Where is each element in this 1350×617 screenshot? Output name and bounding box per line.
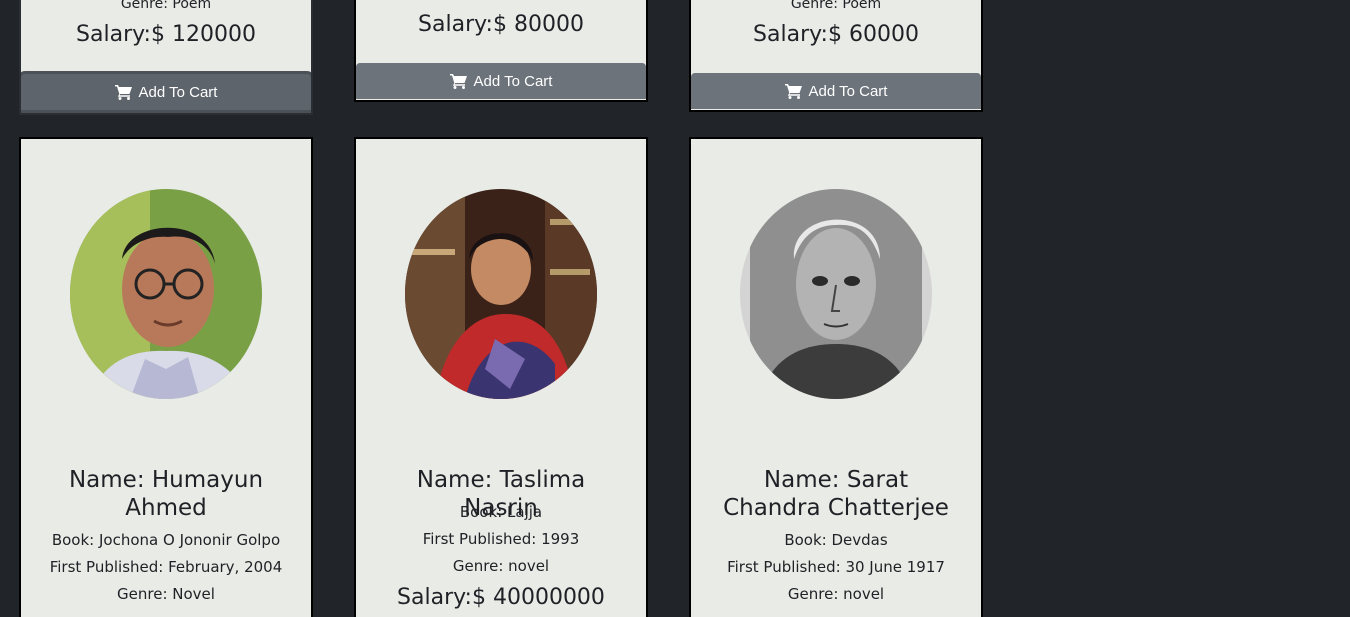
shopping-cart-icon [449, 73, 468, 89]
author-portrait [70, 189, 262, 399]
add-to-cart-label: Add To Cart [473, 72, 553, 90]
author-salary: Salary:$ 40000000 [397, 585, 605, 610]
add-to-cart-label: Add To Cart [138, 83, 218, 101]
author-portrait [740, 189, 932, 399]
author-card-taslima-nasrin: Name: Taslima Nasrin Book: Lajja First P… [354, 137, 648, 617]
author-card-top-3: Genre: Poem Salary:$ 60000 Add To Cart [689, 0, 983, 112]
author-book: Book: Lajja [459, 503, 543, 521]
author-info: Book: Devdas First Published: 30 June 19… [701, 527, 971, 608]
shopping-cart-icon [784, 83, 803, 99]
author-genre: Genre: novel [787, 585, 885, 603]
author-grid: Genre: Poem Salary:$ 120000 Add To Cart … [0, 0, 1350, 617]
author-card-top-1: Genre: Poem Salary:$ 120000 Add To Cart [19, 0, 313, 115]
author-salary: Salary:$ 80000 [418, 12, 584, 37]
author-book: Book: Devdas [784, 531, 888, 549]
author-genre: Genre: Poem [120, 0, 212, 12]
author-first-published: First Published: February, 2004 [49, 558, 283, 576]
author-card-humayun-ahmed: Name: Humayun Ahmed Book: Jochona O Jono… [19, 137, 313, 617]
author-genre: Genre: Novel [117, 585, 215, 603]
author-name: Name: Sarat Chandra Chatterjee [723, 467, 949, 521]
add-to-cart-button[interactable]: Add To Cart [356, 63, 646, 99]
author-salary: Salary:$ 120000 [76, 22, 256, 47]
author-first-published: First Published: 1993 [422, 530, 580, 548]
author-name: Name: Humayun Ahmed [68, 467, 264, 521]
author-card-top-2: Salary:$ 80000 Add To Cart [354, 0, 648, 102]
author-salary: Salary:$ 60000 [753, 22, 919, 47]
author-info: Book: Jochona O Jononir Golpo First Publ… [31, 527, 301, 608]
author-genre: Genre: novel [452, 557, 550, 575]
add-to-cart-button[interactable]: Add To Cart [21, 74, 311, 110]
author-card-sarat-chandra-chatterjee: Name: Sarat Chandra Chatterjee Book: Dev… [689, 137, 983, 617]
author-portrait [405, 189, 597, 399]
author-genre: Genre: Poem [790, 0, 882, 12]
author-first-published: First Published: 30 June 1917 [727, 558, 945, 576]
shopping-cart-icon [114, 84, 133, 100]
author-info: Book: Lajja First Published: 1993 Genre:… [366, 499, 636, 616]
author-book: Book: Jochona O Jononir Golpo [51, 531, 281, 549]
add-to-cart-label: Add To Cart [808, 82, 888, 100]
add-to-cart-button[interactable]: Add To Cart [691, 73, 981, 109]
